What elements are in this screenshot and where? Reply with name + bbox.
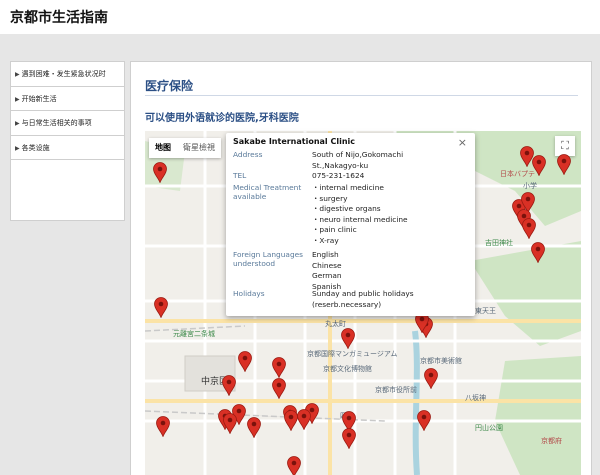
arrow-right-icon: ▶ xyxy=(15,144,20,152)
sidebar-item-facilities[interactable]: ▶ 各类设施 xyxy=(11,136,124,160)
map-label: 八坂神 xyxy=(465,394,486,402)
map-type-control: 地图 衛星檢視 xyxy=(149,138,221,158)
sidebar-item-emergency[interactable]: ▶ 遇到困难・发生紧急状况时 xyxy=(11,62,124,87)
page-title: 医疗保险 xyxy=(145,79,194,93)
map-marker-icon[interactable] xyxy=(557,154,571,176)
sidebar-item-label: 与日常生活相关的事项 xyxy=(21,119,92,127)
treatment-item: ・surgery xyxy=(312,193,348,203)
arrow-right-icon: ▶ xyxy=(15,71,20,78)
info-value-holidays: Sunday and public holidays (reserb.neces… xyxy=(312,289,467,310)
map-marker-icon[interactable] xyxy=(297,409,311,431)
map-label: 東天王 xyxy=(475,307,496,315)
map-label: 京都市役所前 xyxy=(375,386,417,394)
map-type-map-button[interactable]: 地图 xyxy=(149,138,177,158)
tel-number: 075-231-1624 xyxy=(312,171,365,180)
sidebar-item-label: 各类设施 xyxy=(21,143,50,152)
map-marker-icon[interactable] xyxy=(222,375,236,397)
map-marker-icon[interactable] xyxy=(154,297,168,319)
treatment-item: ・pain clinic xyxy=(312,225,357,234)
map-label: 京都府 xyxy=(541,437,562,445)
map-marker-icon[interactable] xyxy=(223,413,237,435)
close-icon[interactable]: × xyxy=(458,136,467,149)
page-header: 京都市生活指南 xyxy=(0,0,600,34)
sidebar-item-daily-life[interactable]: ▶ 与日常生活相关的事项 xyxy=(11,111,124,136)
map-label: 京都国際マンガミュージアム xyxy=(307,350,398,358)
map-marker-icon[interactable] xyxy=(531,242,545,264)
map-label: 吉田神社 xyxy=(485,239,513,247)
map-marker-icon[interactable] xyxy=(287,456,301,475)
language-item: German xyxy=(312,271,342,280)
treatment-item: ・neuro internal medicine xyxy=(312,214,408,224)
treatment-item: ・digestive organs xyxy=(312,204,381,213)
map-type-satellite-button[interactable]: 衛星檢視 xyxy=(177,138,221,158)
map-label: 元離宮二条城 xyxy=(173,330,215,338)
map-marker-icon[interactable] xyxy=(247,417,261,439)
info-value-treatment: ・internal medicine ・surgery ・digestive o… xyxy=(312,183,467,246)
info-value-languages: English Chinese German Spanish xyxy=(312,250,467,292)
holiday-line: Sunday and public holidays xyxy=(312,289,414,298)
map-marker-icon[interactable] xyxy=(342,428,356,450)
sidebar-nav: ▶ 遇到困难・发生紧急状况时 ▶ 开始新生活 ▶ 与日常生活相关的事项 ▶ 各类设施 xyxy=(10,61,125,221)
address-line: St.,Nakagyo-ku xyxy=(312,160,369,170)
map-label: 日本バプテ xyxy=(500,170,535,178)
map-label: 小学 xyxy=(523,182,537,190)
map-marker-icon[interactable] xyxy=(341,328,355,350)
language-item: English xyxy=(312,250,339,259)
site-title: 京都市生活指南 xyxy=(10,10,108,26)
info-value-address: South of Nijo,Gokomachi St.,Nakagyo-ku xyxy=(312,150,467,171)
map-marker-icon[interactable] xyxy=(522,218,536,240)
info-label-treatment: Medical Treatment available xyxy=(233,183,302,201)
section-title: 可以使用外语就诊的医院,牙科医院 xyxy=(145,113,299,124)
address-line: South of Nijo,Gokomachi xyxy=(312,150,404,159)
map-marker-icon[interactable] xyxy=(417,410,431,432)
map-label: 京都文化博物館 xyxy=(323,365,372,373)
holiday-line: (reserb.necessary) xyxy=(312,299,382,309)
info-label-holidays: Holidays xyxy=(233,289,265,298)
info-window: × Sakabe International Clinic Address So… xyxy=(226,133,475,316)
map-marker-icon[interactable] xyxy=(284,410,298,432)
map-label: 京都市美術館 xyxy=(420,357,462,365)
map-marker-icon[interactable] xyxy=(424,368,438,390)
title-divider xyxy=(145,95,578,96)
info-label-tel: TEL xyxy=(233,171,247,180)
info-label-address: Address xyxy=(233,150,263,159)
sidebar-item-new-life[interactable]: ▶ 开始新生活 xyxy=(11,87,124,111)
treatment-item: ・X-ray xyxy=(312,235,339,245)
arrow-right-icon: ▶ xyxy=(15,120,20,127)
fullscreen-icon[interactable]: ⛶ xyxy=(555,136,575,156)
map-marker-icon[interactable] xyxy=(156,416,170,438)
clinic-name: Sakabe International Clinic xyxy=(233,137,355,146)
map-marker-icon[interactable] xyxy=(272,357,286,379)
treatment-item: ・internal medicine xyxy=(312,183,384,192)
info-label-languages: Foreign Languages understood xyxy=(233,250,304,268)
map-label: 円山公園 xyxy=(475,424,503,432)
arrow-right-icon: ▶ xyxy=(15,95,20,103)
sidebar-item-label: 遇到困难・发生紧急状况时 xyxy=(21,70,106,78)
map-marker-icon[interactable] xyxy=(238,351,252,373)
sidebar-item-label: 开始新生活 xyxy=(21,94,57,103)
map-marker-icon[interactable] xyxy=(153,162,167,184)
info-value-tel: 075-231-1624 xyxy=(312,171,467,182)
language-item: Chinese xyxy=(312,260,342,270)
map-marker-icon[interactable] xyxy=(532,155,546,177)
map-marker-icon[interactable] xyxy=(272,378,286,400)
